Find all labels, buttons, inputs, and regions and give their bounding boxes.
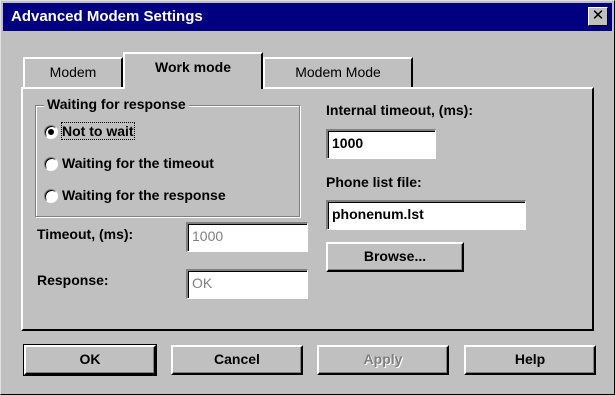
browse-button[interactable]: Browse... — [326, 242, 464, 272]
response-field[interactable]: OK — [186, 269, 308, 299]
advanced-modem-settings-dialog: Advanced Modem Settings ✕ Modem Work mod… — [0, 0, 615, 395]
ok-button[interactable]: OK — [23, 344, 157, 376]
title-bar[interactable]: Advanced Modem Settings ✕ — [3, 3, 612, 31]
apply-button[interactable]: Apply — [317, 345, 449, 375]
close-icon[interactable]: ✕ — [588, 7, 608, 26]
tab-modem-mode-label: Modem Mode — [295, 64, 381, 80]
window-title: Advanced Modem Settings — [11, 8, 203, 25]
radio-waiting-for-response-label: Waiting for the response — [62, 187, 226, 203]
tab-work-mode-label: Work mode — [155, 59, 231, 75]
timeout-label: Timeout, (ms): — [37, 226, 134, 242]
waiting-for-response-group: Waiting for response Not to wait Waiting… — [35, 96, 300, 217]
work-mode-panel: Waiting for response Not to wait Waiting… — [21, 87, 594, 331]
tab-modem-label: Modem — [49, 64, 97, 80]
help-button[interactable]: Help — [464, 345, 596, 375]
radio-button[interactable] — [44, 189, 58, 203]
tab-modem[interactable]: Modem — [23, 57, 123, 87]
tab-modem-mode[interactable]: Modem Mode — [263, 57, 413, 87]
internal-timeout-label: Internal timeout, (ms): — [326, 102, 474, 118]
radio-not-to-wait-label: Not to wait — [61, 122, 135, 140]
radio-button-selected[interactable] — [44, 125, 58, 139]
radio-dot-icon — [48, 129, 54, 135]
waiting-group-legend: Waiting for response — [44, 96, 189, 112]
tab-work-mode[interactable]: Work mode — [123, 52, 263, 89]
phone-list-label: Phone list file: — [326, 174, 422, 190]
timeout-field[interactable]: 1000 — [186, 222, 308, 252]
response-label: Response: — [37, 272, 109, 288]
radio-button[interactable] — [44, 157, 58, 171]
radio-waiting-for-timeout-label: Waiting for the timeout — [62, 155, 214, 171]
internal-timeout-field[interactable]: 1000 — [326, 129, 436, 159]
cancel-button[interactable]: Cancel — [171, 345, 303, 375]
phone-list-field[interactable]: phonenum.lst — [326, 200, 526, 230]
